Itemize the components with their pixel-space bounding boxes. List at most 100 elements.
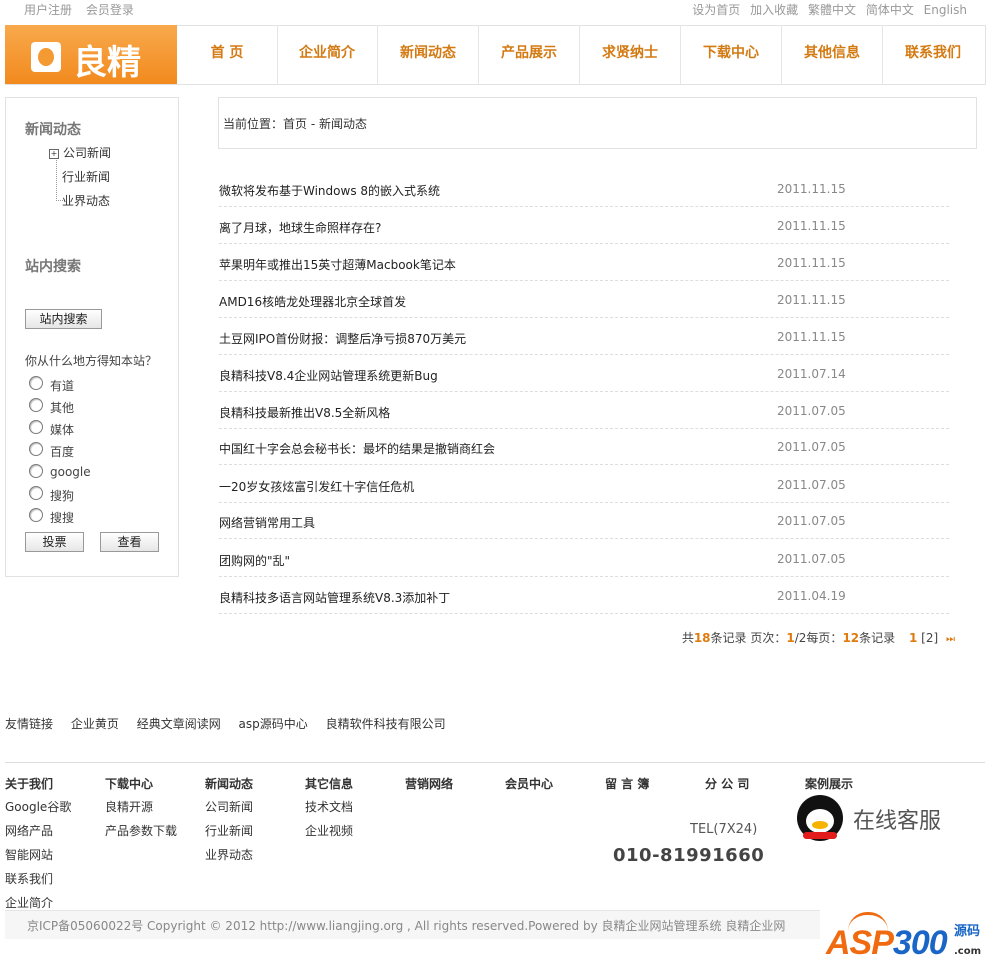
nav-downloads[interactable]: 下载中心 [681,25,782,84]
pager-page-current: 1 [786,631,795,645]
footer-link[interactable]: Google谷歌 [5,798,71,822]
set-homepage-link[interactable]: 设为首页 [692,3,740,17]
footer-link[interactable]: 联系我们 [5,870,71,894]
list-item[interactable]: 网络营销常用工具 2011.07.05 [219,502,949,539]
footer-link[interactable]: 公司新闻 [205,798,253,822]
simplified-chinese-link[interactable]: 简体中文 [866,3,914,17]
sidebar-item-sector-news[interactable]: 业界动态 [62,192,110,209]
footer-col-title[interactable]: 关于我们 [5,775,71,792]
english-link[interactable]: English [924,3,967,17]
breadcrumb-home[interactable]: 首页 [283,117,307,131]
nav-about[interactable]: 企业简介 [277,25,378,84]
register-link[interactable]: 用户注册 [24,3,72,17]
footer-divider [5,762,985,763]
footer-col-title[interactable]: 案例展示 [805,775,853,792]
article-title[interactable]: 离了月球，地球生命照样存在? [219,219,381,236]
article-title[interactable]: AMD16核皓龙处理器北京全球首发 [219,293,406,310]
poll-option-label: google [50,465,91,479]
poll-question: 你从什么地方得知本站？ [25,354,158,368]
list-item[interactable]: 良精科技多语言网站管理系统V8.3添加补丁 2011.04.19 [219,577,949,614]
breadcrumb-text: 当前位置：首页 - 新闻动态 [223,115,367,132]
article-title[interactable]: 良精科技V8.4企业网站管理系统更新Bug [219,367,438,384]
pager-current-page: 1 [908,631,918,645]
article-title[interactable]: 良精科技多语言网站管理系统V8.3添加补丁 [219,589,450,606]
footer-col-title[interactable]: 留 言 簿 [605,775,649,792]
poll-radio-other[interactable] [29,398,43,412]
article-date: 2011.04.19 [777,589,846,603]
footer-col-title[interactable]: 下载中心 [105,775,177,792]
view-results-button[interactable]: 查看 [100,532,159,552]
site-logo[interactable]: 良精 [5,25,177,84]
footer-link[interactable]: 智能网站 [5,846,71,870]
footer-link[interactable]: 企业视频 [305,822,353,846]
poll-radio-youdao[interactable] [29,376,43,390]
copyright-text: 京ICP备05060022号 Copyright © 2012 http://w… [27,919,786,933]
article-title[interactable]: 微软将发布基于Windows 8的嵌入式系统 [219,182,440,199]
footer-col-cases: 案例展示 [805,775,853,798]
pager-page-2[interactable]: [2] [921,631,938,645]
login-link[interactable]: 会员登录 [86,3,134,17]
vote-button[interactable]: 投票 [25,532,84,552]
article-title[interactable]: 一20岁女孩炫富引发红十字信任危机 [219,478,414,495]
nav-other[interactable]: 其他信息 [782,25,883,84]
nav-news[interactable]: 新闻动态 [378,25,479,84]
list-item[interactable]: 一20岁女孩炫富引发红十字信任危机 2011.07.05 [219,466,949,503]
footer-col-title[interactable]: 新闻动态 [205,775,253,792]
sidebar-item-company-news[interactable]: + 公司新闻 [49,144,111,161]
list-item[interactable]: 离了月球，地球生命照样存在? 2011.11.15 [219,207,949,244]
friend-link[interactable]: 企业黄页 [71,717,119,731]
footer-link[interactable]: 技术文档 [305,798,353,822]
poll-radio-baidu[interactable] [29,442,43,456]
article-date: 2011.11.15 [777,219,846,233]
poll-radio-google[interactable] [29,464,43,478]
list-item[interactable]: 良精科技V8.4企业网站管理系统更新Bug 2011.07.14 [219,355,949,392]
sidebar-item-industry-news[interactable]: 行业新闻 [62,168,110,185]
article-date: 2011.07.05 [777,552,846,566]
expand-icon[interactable]: + [49,149,59,159]
online-service-label: 在线客服 [853,809,942,834]
traditional-chinese-link[interactable]: 繁體中文 [808,3,856,17]
nav-contact[interactable]: 联系我们 [883,25,983,84]
article-title[interactable]: 团购网的"乱" [219,552,290,569]
poll-option-label: 其他 [50,401,75,415]
list-item[interactable]: AMD16核皓龙处理器北京全球首发 2011.11.15 [219,281,949,318]
list-item[interactable]: 微软将发布基于Windows 8的嵌入式系统 2011.11.15 [219,170,949,207]
friend-link[interactable]: 经典文章阅读网 [137,717,221,731]
article-date: 2011.11.15 [777,330,846,344]
footer-link[interactable]: 产品参数下载 [105,822,177,846]
last-page-icon[interactable]: ⏭ [946,634,955,645]
nav-home[interactable]: 首 页 [177,25,278,84]
friend-link[interactable]: 良精软件科技有限公司 [326,717,446,731]
footer-col-title[interactable]: 会员中心 [505,775,553,792]
friend-link[interactable]: asp源码中心 [239,717,308,731]
nav-jobs[interactable]: 求贤纳士 [580,25,681,84]
phone-number: 010-81991660 [613,845,765,866]
list-item[interactable]: 苹果明年或推出15英寸超薄Macbook笔记本 2011.11.15 [219,244,949,281]
list-item[interactable]: 良精科技最新推出V8.5全新风格 2011.07.05 [219,392,949,429]
footer-col-title[interactable]: 营销网络 [405,775,453,792]
poll-radio-sogou[interactable] [29,486,43,500]
article-title[interactable]: 网络营销常用工具 [219,514,315,531]
asp-text: ASP [826,924,894,962]
poll-radio-soso[interactable] [29,508,43,522]
footer-link[interactable]: 网络产品 [5,822,71,846]
article-title[interactable]: 中国红十字会总会秘书长：最坏的结果是撤销商红会 [219,440,495,457]
list-item[interactable]: 土豆网IPO首份财报：调整后净亏损870万美元 2011.11.15 [219,318,949,355]
footer-link[interactable]: 业界动态 [205,846,253,870]
nav-products[interactable]: 产品展示 [479,25,580,84]
footer-link[interactable]: 行业新闻 [205,822,253,846]
article-date: 2011.11.15 [777,182,846,196]
sidebar-news-title: 新闻动态 [25,122,81,138]
footer-col-title[interactable]: 分 公 司 [705,775,749,792]
add-favorite-link[interactable]: 加入收藏 [750,3,798,17]
footer-col-marketing: 营销网络 [405,775,453,798]
list-item[interactable]: 中国红十字会总会秘书长：最坏的结果是撤销商红会 2011.07.05 [219,428,949,465]
footer-col-title[interactable]: 其它信息 [305,775,353,792]
article-title[interactable]: 良精科技最新推出V8.5全新风格 [219,404,390,421]
poll-radio-media[interactable] [29,420,43,434]
site-search-button[interactable]: 站内搜索 [25,309,102,329]
list-item[interactable]: 团购网的"乱" 2011.07.05 [219,540,949,577]
article-title[interactable]: 苹果明年或推出15英寸超薄Macbook笔记本 [219,256,456,273]
footer-link[interactable]: 良精开源 [105,798,177,822]
article-title[interactable]: 土豆网IPO首份财报：调整后净亏损870万美元 [219,330,466,347]
